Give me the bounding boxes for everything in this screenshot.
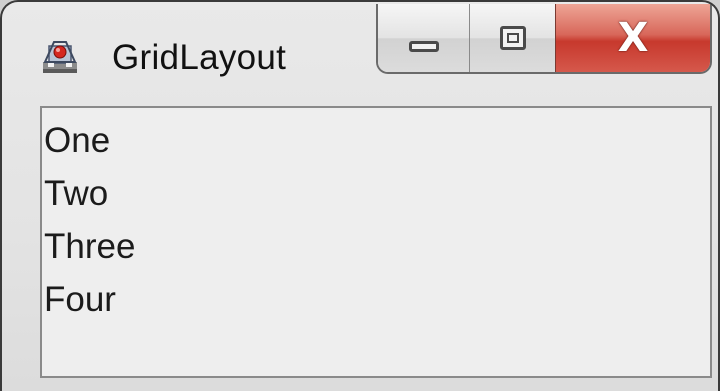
close-icon: X	[617, 15, 649, 61]
label-two: Two	[44, 174, 109, 213]
window-title: GridLayout	[112, 38, 287, 77]
title-bar[interactable]: GridLayout X	[2, 2, 718, 100]
app-window: GridLayout X One Two Three Four	[0, 0, 720, 391]
grid-layout: One Two Three Four	[44, 114, 135, 326]
minimize-button[interactable]	[378, 4, 470, 72]
minimize-icon	[408, 40, 439, 52]
maximize-icon	[499, 26, 526, 50]
maximize-button[interactable]	[470, 4, 556, 72]
java-app-icon[interactable]	[40, 36, 80, 76]
label-three: Three	[44, 227, 136, 266]
close-button[interactable]: X	[556, 4, 710, 72]
caption-buttons: X	[376, 4, 712, 74]
label-four: Four	[44, 280, 116, 319]
label-one: One	[44, 121, 111, 160]
content-panel: One Two Three Four	[40, 106, 712, 378]
